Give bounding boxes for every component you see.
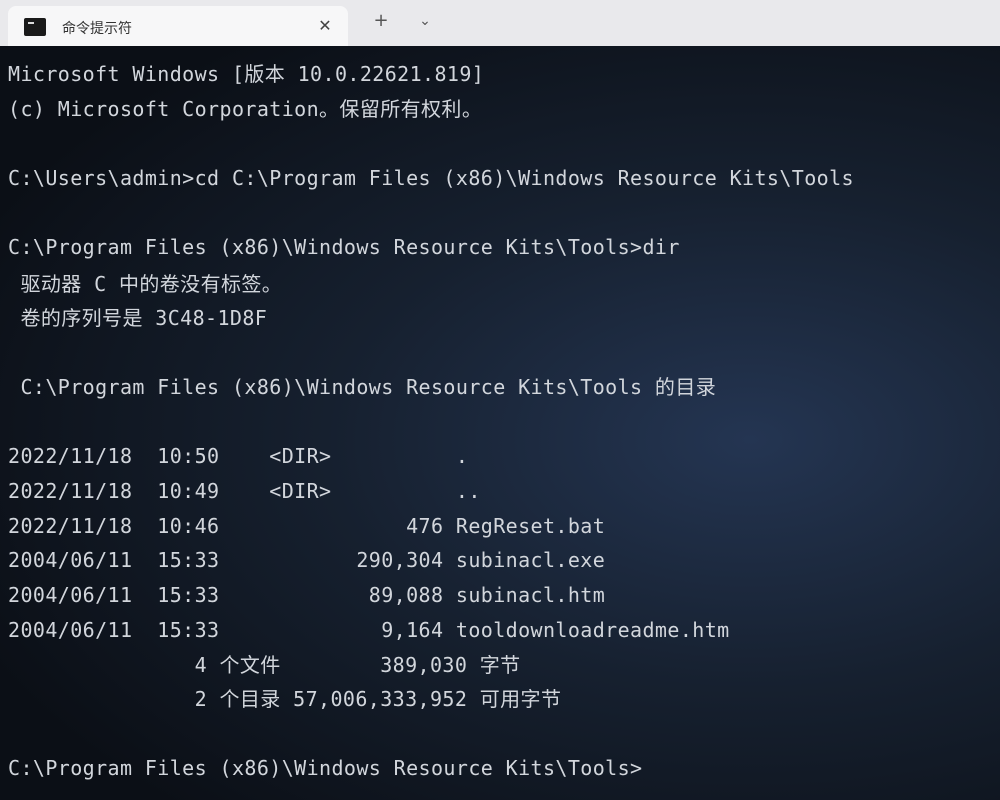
terminal-line: 2022/11/18 10:46 476 RegReset.bat (8, 514, 606, 538)
terminal-line: 2004/06/11 15:33 290,304 subinacl.exe (8, 548, 606, 572)
terminal-line: 2004/06/11 15:33 9,164 tooldownloadreadm… (8, 618, 730, 642)
terminal-line: C:\Program Files (x86)\Windows Resource … (8, 235, 680, 259)
terminal-line: Microsoft Windows [版本 10.0.22621.819] (8, 62, 485, 86)
terminal-line: 2 个目录 57,006,333,952 可用字节 (8, 687, 562, 711)
terminal-icon (24, 18, 46, 36)
terminal-line: 4 个文件 389,030 字节 (8, 653, 521, 677)
tab-command-prompt[interactable]: 命令提示符 ✕ (8, 6, 348, 46)
close-tab-button[interactable]: ✕ (314, 15, 336, 37)
terminal-line: 卷的序列号是 3C48-1D8F (8, 306, 268, 330)
terminal-line: C:\Program Files (x86)\Windows Resource … (8, 375, 717, 399)
terminal-line: (c) Microsoft Corporation。保留所有权利。 (8, 97, 483, 121)
terminal-output[interactable]: Microsoft Windows [版本 10.0.22621.819] (c… (0, 46, 1000, 800)
terminal-line: 2022/11/18 10:49 <DIR> .. (8, 479, 481, 503)
terminal-line: C:\Users\admin>cd C:\Program Files (x86)… (8, 166, 854, 190)
terminal-line: 2004/06/11 15:33 89,088 subinacl.htm (8, 583, 606, 607)
tab-dropdown-button[interactable]: ⌄ (414, 10, 436, 32)
terminal-line: 2022/11/18 10:50 <DIR> . (8, 444, 469, 468)
tab-title: 命令提示符 (62, 21, 132, 37)
new-tab-button[interactable]: + (370, 10, 392, 32)
terminal-prompt[interactable]: C:\Program Files (x86)\Windows Resource … (8, 756, 643, 780)
title-bar: 命令提示符 ✕ + ⌄ (0, 0, 1000, 46)
terminal-line: 驱动器 C 中的卷没有标签。 (8, 272, 283, 296)
